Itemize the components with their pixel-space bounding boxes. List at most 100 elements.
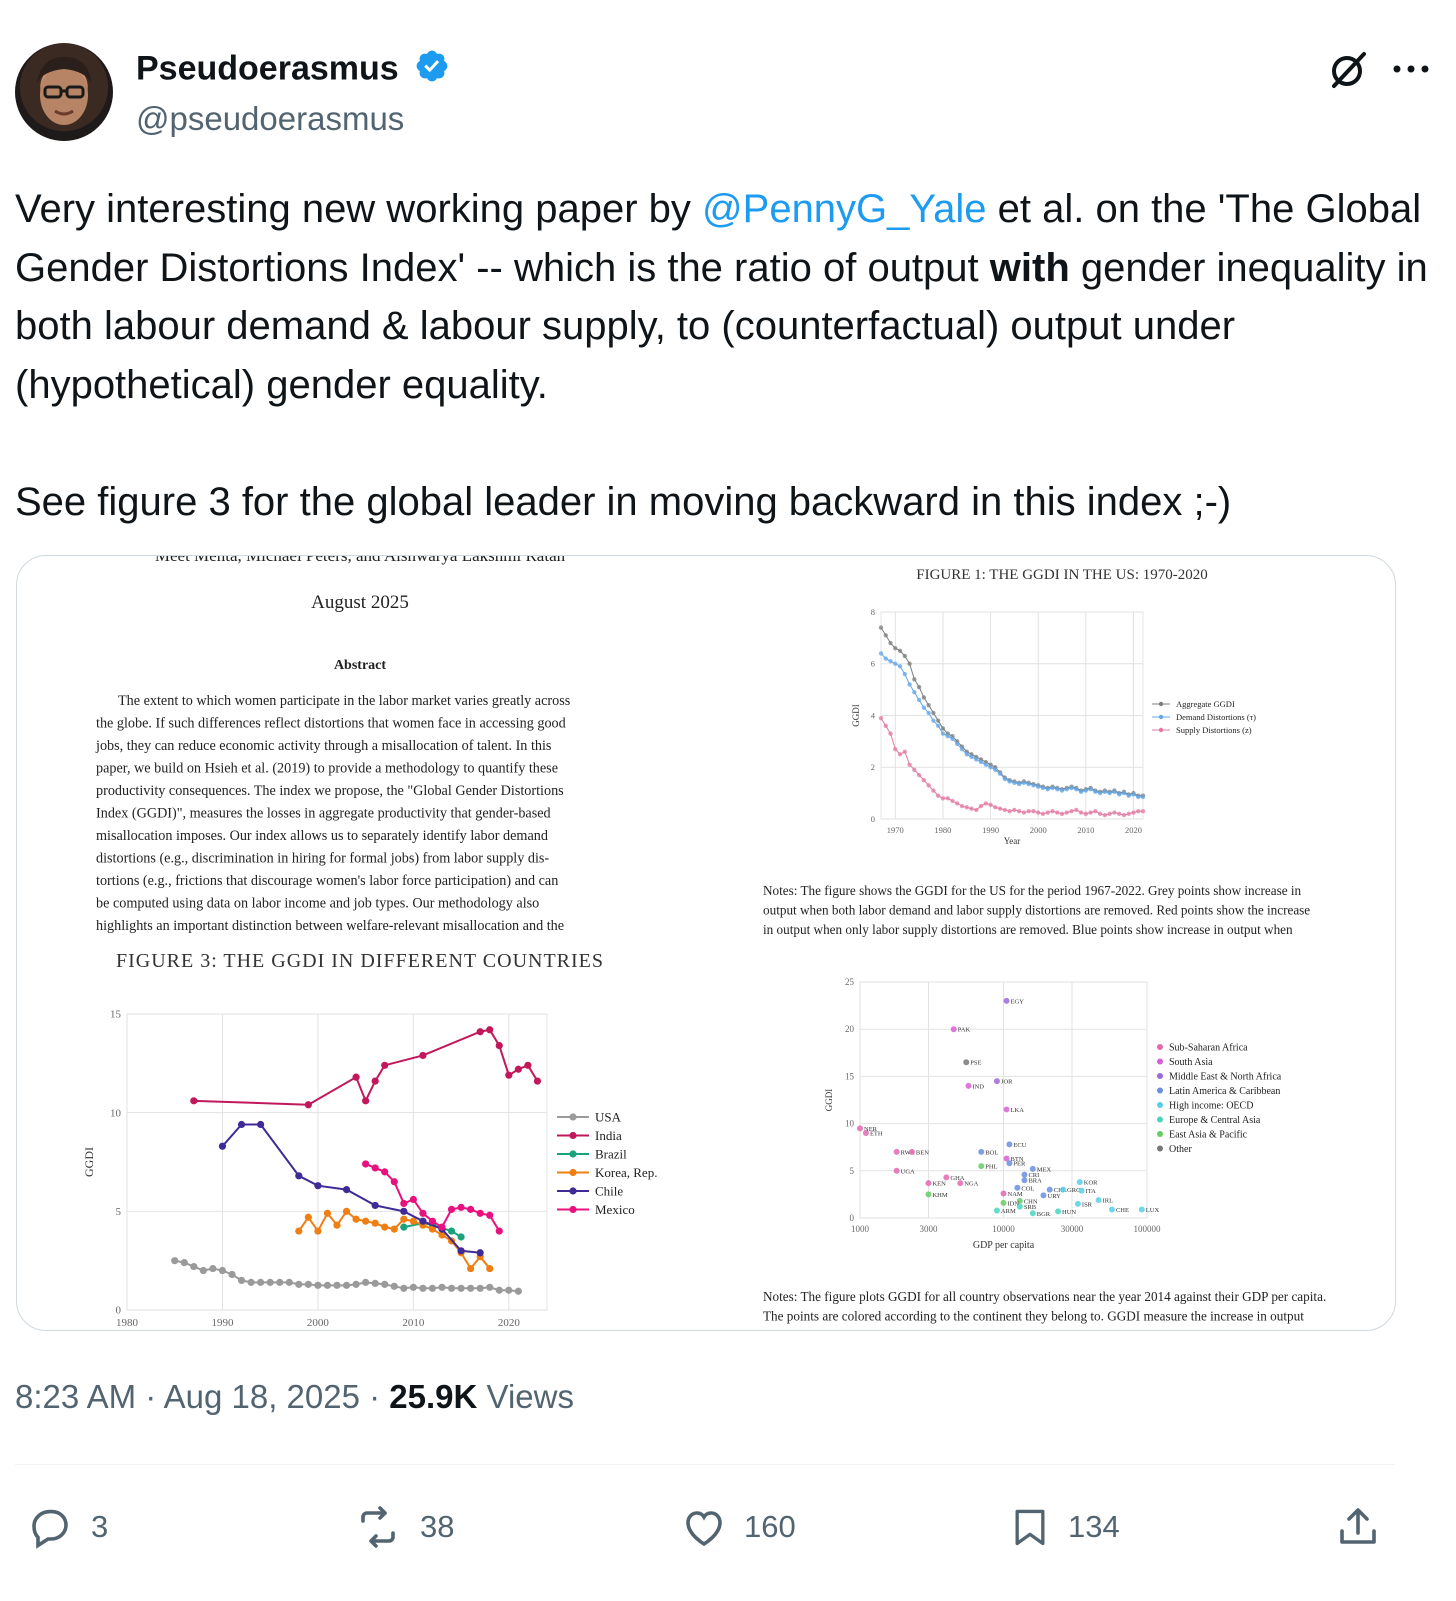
data-point: [997, 806, 1003, 811]
data-point: [916, 684, 922, 690]
data-point: [1136, 794, 1141, 800]
data-point: [237, 1120, 246, 1129]
data-point: [218, 1142, 227, 1150]
point-label: KOR: [1084, 1180, 1098, 1187]
like-button[interactable]: 160: [680, 1502, 796, 1552]
data-point: [931, 788, 936, 793]
author-handle[interactable]: @pseudoerasmus: [136, 100, 404, 138]
data-point: [1074, 807, 1079, 813]
data-point: [993, 805, 998, 810]
data-point: [1016, 809, 1022, 814]
data-point: [1036, 784, 1041, 789]
data-point: [362, 1278, 370, 1286]
repost-button[interactable]: 38: [352, 1502, 454, 1552]
data-point: [1050, 809, 1055, 814]
scatter-point: [893, 1167, 900, 1174]
bookmark-button[interactable]: 134: [1008, 1502, 1120, 1552]
data-point: [978, 759, 984, 765]
fig2-scatter: 1000 3000 10000 30000 100000 0 5 10 15 20 25 GGDI GD…: [824, 977, 1282, 1251]
data-point: [1140, 809, 1146, 814]
fig1-note-line: Notes: The figure shows the GGDI for the…: [763, 883, 1302, 898]
avatar[interactable]: [15, 43, 113, 141]
tweet-time: 8:23 AM: [15, 1378, 137, 1415]
legend-marker: [569, 1187, 577, 1195]
more-options-icon[interactable]: [1392, 56, 1430, 76]
scatter-point: [1138, 1206, 1145, 1213]
mention-link[interactable]: @PennyG_Yale: [702, 187, 986, 231]
legend-label: South Asia: [1169, 1057, 1213, 1068]
data-point: [888, 640, 893, 646]
data-point: [1045, 787, 1050, 792]
point-label: PHL: [985, 1164, 997, 1171]
data-point: [897, 664, 903, 669]
data-point: [447, 1227, 456, 1235]
point-label: UGA: [901, 1168, 915, 1175]
grok-icon[interactable]: [1326, 48, 1370, 92]
data-point: [533, 1077, 542, 1085]
data-point: [935, 723, 941, 729]
views-label: Views: [486, 1378, 574, 1415]
legend-marker: [1157, 1044, 1163, 1050]
y-tick-label: 0: [850, 1213, 855, 1223]
point-label: BEN: [916, 1149, 929, 1156]
y-tick-label: 5: [850, 1166, 855, 1176]
tweet-timestamp[interactable]: 8:23 AM · Aug 18, 2025 · 25.9K Views: [15, 1378, 574, 1416]
data-point: [457, 1247, 465, 1255]
point-label: NGA: [964, 1181, 978, 1188]
scatter-point: [1003, 997, 1010, 1004]
data-point: [323, 1281, 332, 1289]
data-point: [907, 661, 912, 666]
data-point: [362, 1217, 370, 1225]
paper-figures: Meet Mehta, Michael Peters, and Aishwary…: [82, 556, 1326, 1329]
data-point: [371, 1164, 379, 1172]
tweet-header: Pseudoerasmus @pseudoerasmus: [0, 0, 1456, 160]
data-point: [912, 690, 917, 695]
data-point: [495, 1227, 503, 1235]
data-point: [950, 798, 955, 804]
scatter-point: [1060, 1186, 1067, 1193]
data-point: [926, 783, 931, 788]
point-label: SRB: [1024, 1204, 1037, 1211]
data-point: [902, 671, 908, 677]
data-point: [1059, 811, 1065, 817]
tweet-media-image[interactable]: Meet Mehta, Michael Peters, and Aishwary…: [16, 555, 1396, 1331]
x-tick-label: 2010: [1077, 825, 1094, 835]
data-point: [907, 762, 912, 767]
share-button[interactable]: [1334, 1502, 1398, 1552]
author-name-text: Pseudoerasmus: [136, 49, 399, 88]
data-point: [447, 1205, 456, 1213]
abstract-title: Abstract: [334, 658, 386, 673]
data-point: [1002, 776, 1008, 782]
fig2-note-line: The points are colored according to the …: [763, 1309, 1304, 1324]
x-tick-label: 2000: [307, 1317, 330, 1329]
scatter-point: [908, 1148, 915, 1155]
data-point: [419, 1284, 427, 1292]
data-point: [897, 752, 903, 757]
data-point: [916, 697, 922, 703]
data-point: [486, 1211, 494, 1219]
data-point: [950, 736, 955, 741]
data-point: [371, 1077, 379, 1085]
data-point: [505, 1286, 513, 1294]
x-tick-label: 1990: [982, 825, 999, 835]
data-point: [419, 1051, 427, 1060]
reply-button[interactable]: 3: [25, 1502, 108, 1552]
data-point: [342, 1207, 351, 1215]
author-name[interactable]: Pseudoerasmus: [136, 48, 450, 93]
data-point: [333, 1221, 341, 1229]
point-label: ISR: [1082, 1201, 1093, 1208]
data-point: [1055, 810, 1060, 815]
data-point: [883, 656, 888, 661]
y-tick-label: 15: [110, 1009, 122, 1021]
scatter-point: [993, 1207, 1000, 1214]
scatter-point: [1029, 1210, 1036, 1217]
abstract-line: the globe. If such differences reflect d…: [96, 716, 566, 732]
data-point: [514, 1065, 522, 1073]
data-point: [1074, 787, 1079, 792]
data-point: [878, 651, 884, 656]
data-point: [902, 749, 908, 754]
scatter-point: [965, 1082, 972, 1089]
data-point: [1093, 789, 1098, 795]
x-tick-label: 30000: [1061, 1224, 1084, 1234]
legend-label: Other: [1169, 1144, 1192, 1155]
